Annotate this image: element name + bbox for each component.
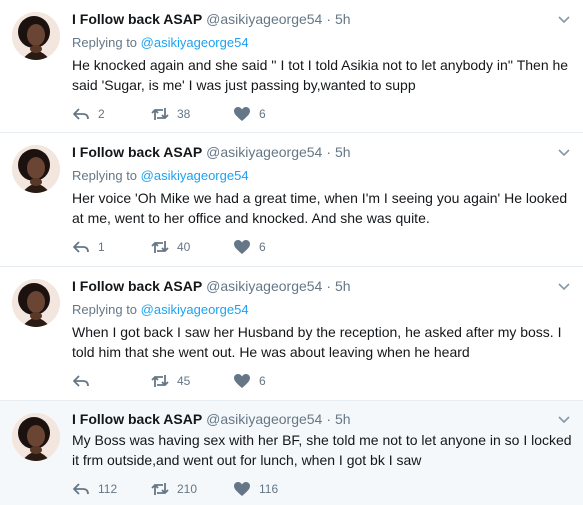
- retweet-button[interactable]: 38: [151, 105, 233, 123]
- display-name[interactable]: I Follow back ASAP: [72, 411, 202, 427]
- heart-icon: [234, 107, 250, 121]
- more-options-button[interactable]: [557, 412, 573, 428]
- display-name[interactable]: I Follow back ASAP: [72, 144, 202, 160]
- mention-link[interactable]: @asikiyageorge54: [141, 168, 249, 183]
- chevron-down-icon: [558, 283, 570, 291]
- mention-link[interactable]: @asikiyageorge54: [141, 35, 249, 50]
- chevron-down-icon: [558, 416, 570, 424]
- like-count: 6: [259, 107, 266, 121]
- heart-icon: [234, 240, 250, 254]
- tweet-text: My Boss was having sex with her BF, she …: [72, 432, 572, 468]
- reply-icon: [73, 375, 89, 387]
- user-handle[interactable]: @asikiyageorge54: [206, 144, 322, 160]
- replying-label: Replying to: [72, 35, 138, 50]
- more-options-button[interactable]: [557, 145, 573, 161]
- tweet-actions: 45 6: [72, 371, 313, 391]
- like-button[interactable]: 6: [233, 372, 313, 390]
- tweet-text: When I got back I saw her Husband by the…: [72, 324, 562, 360]
- tweet-text: He knocked again and she said '' I tot I…: [72, 57, 569, 93]
- tweet-actions: 1 40 6: [72, 237, 313, 257]
- retweet-icon: [151, 108, 169, 120]
- replying-label: Replying to: [72, 168, 138, 183]
- user-handle[interactable]: @asikiyageorge54: [206, 411, 322, 427]
- reply-button[interactable]: [72, 372, 151, 390]
- retweet-button[interactable]: 210: [151, 480, 233, 498]
- heart-icon: [234, 482, 250, 496]
- tweet-header: I Follow back ASAP @asikiyageorge54 · 5h: [72, 144, 351, 160]
- retweet-button[interactable]: 40: [151, 238, 233, 256]
- timestamp[interactable]: 5h: [335, 278, 351, 294]
- tweet-header: I Follow back ASAP @asikiyageorge54 · 5h: [72, 278, 351, 294]
- tweet-header: I Follow back ASAP @asikiyageorge54 · 5h: [72, 11, 351, 27]
- display-name[interactable]: I Follow back ASAP: [72, 11, 202, 27]
- avatar-image: [12, 12, 60, 60]
- retweet-button[interactable]: 45: [151, 372, 233, 390]
- avatar-image: [12, 413, 60, 461]
- avatar[interactable]: [12, 279, 60, 327]
- tweet-text: Her voice 'Oh Mike we had a great time, …: [72, 190, 568, 226]
- retweet-count: 40: [177, 240, 191, 254]
- avatar[interactable]: [12, 12, 60, 60]
- tweet[interactable]: I Follow back ASAP @asikiyageorge54 · 5h Re…: [0, 133, 583, 267]
- avatar[interactable]: [12, 413, 60, 461]
- retweet-count: 45: [177, 374, 191, 388]
- timestamp[interactable]: 5h: [335, 411, 351, 427]
- separator-dot: ·: [326, 144, 332, 160]
- separator-dot: ·: [326, 411, 332, 427]
- tweet-actions: 112 210 116: [72, 479, 313, 499]
- user-handle[interactable]: @asikiyageorge54: [206, 278, 322, 294]
- tweet[interactable]: I Follow back ASAP @asikiyageorge54 · 5h My…: [0, 401, 583, 505]
- reply-icon: [73, 108, 89, 120]
- heart-icon: [234, 374, 250, 388]
- tweet[interactable]: I Follow back ASAP @asikiyageorge54 · 5h Re…: [0, 0, 583, 133]
- replying-to: Replying to @asikiyageorge54: [72, 302, 249, 317]
- retweet-icon: [151, 483, 169, 495]
- reply-count: 2: [98, 107, 105, 121]
- tweet[interactable]: I Follow back ASAP @asikiyageorge54 · 5h Re…: [0, 267, 583, 401]
- reply-count: 1: [98, 240, 105, 254]
- reply-count: 112: [98, 482, 118, 496]
- retweet-count: 210: [177, 482, 198, 496]
- replying-label: Replying to: [72, 302, 138, 317]
- avatar[interactable]: [12, 145, 60, 193]
- separator-dot: ·: [326, 278, 332, 294]
- avatar-image: [12, 145, 60, 193]
- user-handle[interactable]: @asikiyageorge54: [206, 11, 322, 27]
- more-options-button[interactable]: [557, 12, 573, 28]
- separator-dot: ·: [326, 11, 332, 27]
- tweet-feed: I Follow back ASAP @asikiyageorge54 · 5h Re…: [0, 0, 583, 505]
- mention-link[interactable]: @asikiyageorge54: [141, 302, 249, 317]
- reply-button[interactable]: 2: [72, 105, 151, 123]
- like-count: 6: [259, 240, 266, 254]
- like-count: 116: [259, 482, 279, 496]
- replying-to: Replying to @asikiyageorge54: [72, 35, 249, 50]
- display-name[interactable]: I Follow back ASAP: [72, 278, 202, 294]
- reply-button[interactable]: 1: [72, 238, 151, 256]
- tweet-actions: 2 38 6: [72, 104, 313, 124]
- tweet-header: I Follow back ASAP @asikiyageorge54 · 5h: [72, 411, 351, 427]
- more-options-button[interactable]: [557, 279, 573, 295]
- retweet-icon: [151, 375, 169, 387]
- timestamp[interactable]: 5h: [335, 144, 351, 160]
- like-count: 6: [259, 374, 266, 388]
- like-button[interactable]: 6: [233, 105, 313, 123]
- like-button[interactable]: 6: [233, 238, 313, 256]
- chevron-down-icon: [558, 149, 570, 157]
- reply-icon: [73, 241, 89, 253]
- retweet-count: 38: [177, 107, 191, 121]
- reply-button[interactable]: 112: [72, 480, 151, 498]
- like-button[interactable]: 116: [233, 480, 313, 498]
- retweet-icon: [151, 241, 169, 253]
- chevron-down-icon: [558, 16, 570, 24]
- avatar-image: [12, 279, 60, 327]
- timestamp[interactable]: 5h: [335, 11, 351, 27]
- replying-to: Replying to @asikiyageorge54: [72, 168, 249, 183]
- reply-icon: [73, 483, 89, 495]
